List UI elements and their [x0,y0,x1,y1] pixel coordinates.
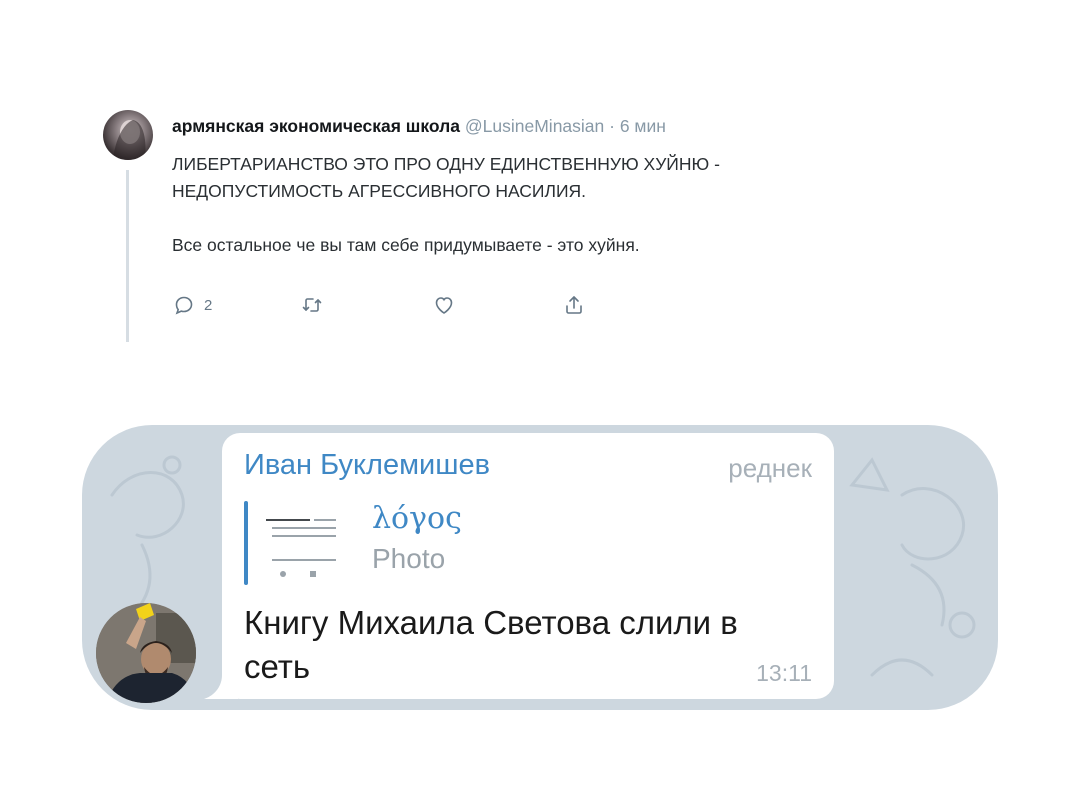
tweet: армянская экономическая школа @LusineMin… [0,0,1080,360]
message-text-line: Книгу Михаила Светова слили в [244,604,738,641]
message-text: Книгу Михаила Светова слили в сеть [244,601,814,689]
tweet-text-line: ЛИБЕРТАРИАНСТВО ЭТО ПРО ОДНУ ЕДИНСТВЕННУ… [172,154,720,174]
retweet-button[interactable] [300,293,324,317]
message-text-line: сеть [244,648,311,685]
sender-name[interactable]: Иван Буклемишев [244,449,490,482]
reply-button[interactable]: 2 [172,293,212,317]
reply-count: 2 [204,296,213,314]
like-icon [435,297,453,314]
reply-subtitle: Photo [372,543,446,574]
like-button[interactable] [432,293,456,317]
message-time: 13:11 [756,660,812,686]
tweet-text-line: НЕДОПУСТИМОСТЬ АГРЕССИВНОГО НАСИЛИЯ. [172,181,587,201]
share-button[interactable] [562,293,586,317]
tweet-author-handle[interactable]: @LusineMinasian [465,116,604,136]
message-bubble[interactable]: Иван Буклемишев реднек λόγος Photo Книгу… [222,433,834,699]
telegram-chat: Иван Буклемишев реднек λόγος Photo Книгу… [82,425,998,710]
tweet-timestamp[interactable]: · 6 мин [609,116,666,136]
tweet-header: армянская экономическая школа @LusineMin… [172,116,666,137]
reply-thumbnail[interactable] [262,505,352,581]
share-icon [566,296,582,314]
reply-icon [175,296,193,315]
reply-title[interactable]: λόγος [372,501,462,536]
tweet-text-line: Все остальное че вы там себе придумывает… [172,235,640,255]
tweet-author-name[interactable]: армянская экономическая школа [172,116,460,136]
sender-avatar[interactable] [96,603,196,703]
retweet-icon [302,298,322,312]
sender-tag: реднек [728,453,812,483]
tweet-actions: 2 [172,293,612,325]
thread-line [126,170,129,342]
tweet-text: ЛИБЕРТАРИАНСТВО ЭТО ПРО ОДНУ ЕДИНСТВЕННУ… [172,151,932,259]
tweet-author-avatar[interactable] [103,110,153,160]
reply-quote-bar [244,501,248,585]
